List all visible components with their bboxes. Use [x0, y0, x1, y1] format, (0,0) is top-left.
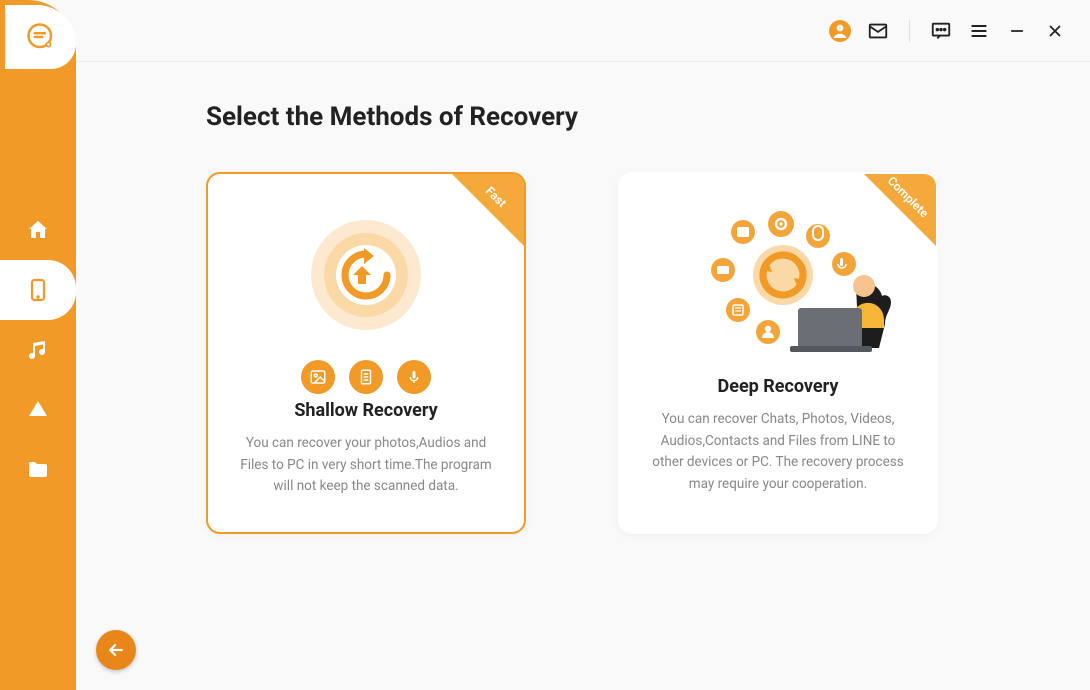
app-window: Select the Methods of Recovery Fast: [0, 0, 1090, 690]
shallow-badges: [232, 360, 500, 394]
close-button[interactable]: [1042, 18, 1068, 44]
topbar-divider: [909, 20, 910, 42]
minimize-button[interactable]: [1004, 18, 1030, 44]
deep-recovery-card[interactable]: Complete: [618, 172, 938, 534]
page-title: Select the Methods of Recovery: [206, 102, 1030, 132]
sidebar: [0, 0, 76, 690]
menu-icon[interactable]: [966, 18, 992, 44]
photo-icon: [301, 360, 335, 394]
shallow-recovery-card[interactable]: Fast Shallow R: [206, 172, 526, 534]
audio-icon: [397, 360, 431, 394]
feedback-icon[interactable]: [928, 18, 954, 44]
sidebar-item-cloud[interactable]: [0, 380, 76, 440]
shallow-title: Shallow Recovery: [232, 400, 500, 421]
mail-icon[interactable]: [865, 18, 891, 44]
back-button[interactable]: [96, 630, 136, 670]
main-content: Select the Methods of Recovery Fast: [76, 62, 1090, 690]
deep-title: Deep Recovery: [644, 376, 912, 397]
sidebar-item-folder[interactable]: [0, 440, 76, 500]
topbar: [76, 0, 1090, 62]
shallow-desc: You can recover your photos,Audios and F…: [232, 433, 500, 498]
method-cards: Fast Shallow R: [206, 172, 1030, 534]
sidebar-item-device[interactable]: [0, 260, 76, 320]
file-icon: [349, 360, 383, 394]
user-icon[interactable]: [827, 18, 853, 44]
app-logo: [5, 5, 76, 69]
sidebar-item-home[interactable]: [0, 200, 76, 260]
deep-desc: You can recover Chats, Photos, Videos, A…: [644, 409, 912, 495]
sidebar-item-music[interactable]: [0, 320, 76, 380]
